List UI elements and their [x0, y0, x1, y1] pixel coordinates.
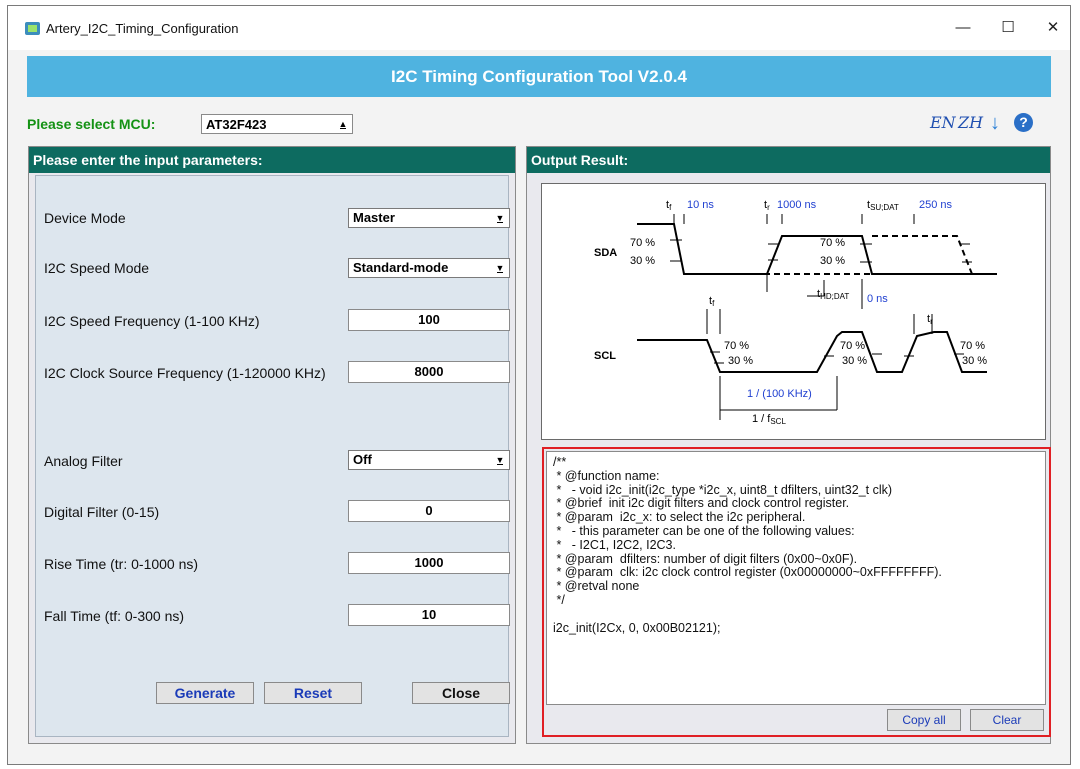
analog-filter-select[interactable]: Off ▼	[348, 450, 510, 470]
digital-filter-label: Digital Filter (0-15)	[44, 504, 160, 520]
chevron-down-icon: ▼	[493, 453, 507, 467]
title-bar: Artery_I2C_Timing_Configuration — ☐ ✕	[8, 6, 1070, 50]
tr-top-label: tr	[764, 199, 770, 212]
close-window-button[interactable]: ✕	[1038, 16, 1068, 40]
sda-70-left: 70 %	[630, 237, 655, 249]
device-mode-value: Master	[353, 210, 395, 225]
scl-70-a: 70 %	[724, 340, 749, 352]
speed-mode-value: Standard-mode	[353, 260, 449, 275]
input-panel: Please enter the input parameters: Devic…	[28, 146, 516, 744]
clock-source-input[interactable]: 8000	[348, 361, 510, 383]
minimize-button[interactable]: —	[948, 16, 978, 40]
rise-time-input[interactable]: 1000	[348, 552, 510, 574]
clock-source-label: I2C Clock Source Frequency (1-120000 KHz…	[44, 365, 326, 381]
mcu-value: AT32F423	[206, 117, 267, 132]
rise-time-label: Rise Time (tr: 0-1000 ns)	[44, 556, 199, 572]
fall-time-input[interactable]: 10	[348, 604, 510, 626]
scl-label: SCL	[594, 350, 616, 362]
digital-filter-input[interactable]: 0	[348, 500, 510, 522]
copy-all-button[interactable]: Copy all	[887, 709, 961, 731]
header-banner: I2C Timing Configuration Tool V2.0.4	[27, 56, 1051, 97]
help-icon[interactable]: ?	[1014, 113, 1033, 132]
chevron-down-icon: ▲	[336, 117, 350, 131]
speed-mode-select[interactable]: Standard-mode ▼	[348, 258, 510, 278]
output-panel: Output Result: tf 10 ns tr 1000 ns tSU;D…	[526, 146, 1051, 744]
lang-zh-button[interactable]: ZH	[958, 113, 983, 132]
scl-30-a: 30 %	[728, 355, 753, 367]
scl-70-b: 70 %	[840, 340, 865, 352]
thd-label: tHD;DAT	[817, 288, 849, 301]
sda-30-mid: 30 %	[820, 255, 845, 267]
scl-70-c: 70 %	[960, 340, 985, 352]
chevron-down-icon: ▼	[493, 261, 507, 275]
download-icon[interactable]: ↓	[990, 112, 1000, 135]
mcu-select[interactable]: AT32F423 ▲	[201, 114, 353, 134]
sda-alt-waveform	[872, 235, 973, 275]
close-button[interactable]: Close	[412, 682, 510, 704]
app-icon	[25, 22, 40, 35]
speed-mode-label: I2C Speed Mode	[44, 260, 150, 276]
device-mode-select[interactable]: Master ▼	[348, 208, 510, 228]
period-value: 1 / (100 KHz)	[747, 388, 812, 400]
code-output-frame: /** * @function name: * - void i2c_init(…	[542, 447, 1051, 737]
code-output[interactable]: /** * @function name: * - void i2c_init(…	[546, 451, 1046, 705]
sda-waveform	[637, 223, 997, 275]
tr-value: 1000 ns	[777, 199, 817, 211]
speed-frequency-label: I2C Speed Frequency (1-100 KHz)	[44, 313, 260, 329]
lang-en-button[interactable]: EN	[930, 113, 956, 132]
scl-waveform	[637, 331, 987, 373]
tf-top-label: tf	[666, 199, 672, 212]
timing-diagram: tf 10 ns tr 1000 ns tSU;DAT 250 ns SDA 7…	[541, 183, 1046, 440]
scl-30-c: 30 %	[962, 355, 987, 367]
scl-30-b: 30 %	[842, 355, 867, 367]
input-panel-title: Please enter the input parameters:	[29, 147, 515, 173]
tsu-label: tSU;DAT	[867, 199, 899, 212]
output-panel-title: Output Result:	[527, 147, 1050, 173]
device-mode-label: Device Mode	[44, 210, 126, 226]
speed-frequency-input[interactable]: 100	[348, 309, 510, 331]
timing-diagram-svg: tf 10 ns tr 1000 ns tSU;DAT 250 ns SDA 7…	[594, 199, 997, 426]
generate-button[interactable]: Generate	[156, 682, 254, 704]
reset-button[interactable]: Reset	[264, 682, 362, 704]
sda-30-left: 30 %	[630, 255, 655, 267]
fall-time-label: Fall Time (tf: 0-300 ns)	[44, 608, 185, 624]
sda-70-mid: 70 %	[820, 237, 845, 249]
fscl-label: 1 / fSCL	[752, 413, 786, 426]
clear-button[interactable]: Clear	[970, 709, 1044, 731]
tf-value: 10 ns	[687, 199, 714, 211]
maximize-button[interactable]: ☐	[993, 16, 1023, 40]
window-title: Artery_I2C_Timing_Configuration	[46, 21, 239, 36]
tsu-value: 250 ns	[919, 199, 953, 211]
analog-filter-label: Analog Filter	[44, 453, 123, 469]
thd-value: 0 ns	[867, 293, 888, 305]
mcu-label: Please select MCU:	[27, 116, 156, 132]
analog-filter-value: Off	[353, 452, 372, 467]
tf-scl-label: tf	[709, 295, 715, 308]
tool-title: I2C Timing Configuration Tool V2.0.4	[391, 67, 687, 86]
chevron-down-icon: ▼	[493, 211, 507, 225]
input-form: Device Mode Master ▼ I2C Speed Mode Stan…	[35, 175, 510, 737]
sda-label: SDA	[594, 247, 617, 259]
